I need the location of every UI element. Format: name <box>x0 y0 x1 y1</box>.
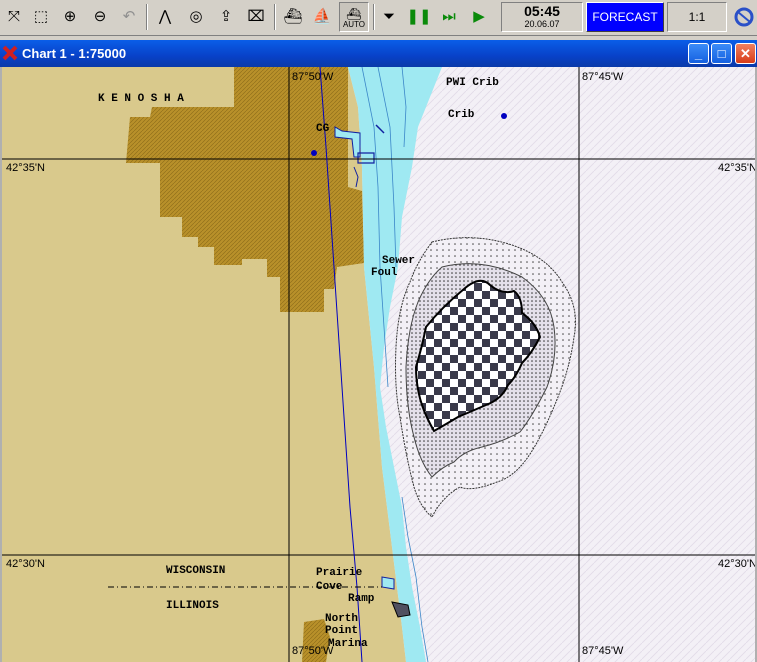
auto-button[interactable]: ⛴ AUTO <box>339 2 369 32</box>
prairie-cove-pier <box>381 576 395 590</box>
illinois-label: ILLINOIS <box>166 600 219 612</box>
date-text: 20.06.07 <box>524 19 560 29</box>
auto-label: AUTO <box>342 20 366 29</box>
crib-marker[interactable] <box>501 113 507 119</box>
ship-small-icon[interactable]: ⛵ <box>310 4 334 28</box>
lat-label-right-bottom: 42°30'N <box>718 558 755 570</box>
lat-label-right-top: 42°35'N <box>718 162 755 174</box>
time-text: 05:45 <box>524 3 560 19</box>
cg-marker[interactable] <box>311 150 317 156</box>
sewer-label: Sewer <box>382 255 415 267</box>
marina-label: Marina <box>328 638 368 650</box>
north-label: North <box>325 613 358 625</box>
export-icon[interactable]: ⇪ <box>214 4 238 28</box>
crib-label: Crib <box>448 109 475 121</box>
app-icon <box>2 45 18 61</box>
auto-ship-icon: ⛴ <box>346 7 362 21</box>
close-button[interactable]: ✕ <box>735 43 756 64</box>
toolbar: ⤧ ⬚ ⊕ ⊖ ↶ ⋀ ◎ ⇪ ⌧ ⛴ ⛵ ⛴ AUTO ⏷ ❚❚ ⏭ ▶ 05… <box>0 0 757 36</box>
window-title: Chart 1 - 1:75000 <box>22 46 127 61</box>
lon-label-right-top: 87°45'W <box>582 71 624 83</box>
prairie-label: Prairie <box>316 567 363 579</box>
lat-label-left-top: 42°35'N <box>6 162 45 174</box>
ramp-label: Ramp <box>348 593 375 605</box>
lat-label-left-bottom: 42°30'N <box>6 558 45 570</box>
sync-icon[interactable] <box>733 4 755 30</box>
kenosha-label: K E N O S H A <box>98 93 184 105</box>
target-icon[interactable]: ◎ <box>184 4 208 28</box>
ship-icon[interactable]: ⛴ <box>281 4 305 28</box>
chart-canvas[interactable]: 87°50'W 87°45'W 87°50'W 87°45'W 42°35'N … <box>2 67 755 662</box>
cg-label: CG <box>316 123 330 135</box>
cove-label: Cove <box>316 581 343 593</box>
clock-display: 05:45 20.06.07 <box>501 2 583 32</box>
zoom-in-icon[interactable]: ⊕ <box>58 4 82 28</box>
erase-icon[interactable]: ⌧ <box>244 4 268 28</box>
foul-label: Foul <box>371 267 398 279</box>
forecast-button[interactable]: FORECAST <box>586 2 664 32</box>
toolbar-separator <box>373 4 375 30</box>
minimize-button[interactable]: _ <box>688 43 709 64</box>
pause-icon[interactable]: ❚❚ <box>406 4 431 28</box>
play-icon[interactable]: ▶ <box>467 4 491 28</box>
zoom-window-icon[interactable]: ⬚ <box>29 4 53 28</box>
fast-forward-icon[interactable]: ⏭ <box>437 4 461 28</box>
chart-view[interactable]: 87°50'W 87°45'W 87°50'W 87°45'W 42°35'N … <box>0 67 757 662</box>
toolbar-separator <box>274 4 276 30</box>
route-icon[interactable]: ⋀ <box>153 4 177 28</box>
pwi-crib-label: PWI Crib <box>446 77 499 89</box>
zoom-out-icon[interactable]: ⊖ <box>88 4 112 28</box>
lon-label-right-bottom: 87°45'W <box>582 645 624 657</box>
window-titlebar[interactable]: Chart 1 - 1:75000 <box>0 40 757 67</box>
lon-label-left-top: 87°50'W <box>292 71 334 83</box>
point-label: Point <box>325 625 358 637</box>
scale-button[interactable]: 1:1 <box>667 2 727 32</box>
undo-icon[interactable]: ↶ <box>117 4 141 28</box>
cursor-cross-icon[interactable]: ⤧ <box>2 4 26 28</box>
maximize-button[interactable]: □ <box>711 43 732 64</box>
toolbar-separator <box>146 4 148 30</box>
down-icon[interactable]: ⏷ <box>377 4 401 28</box>
wisconsin-label: WISCONSIN <box>166 565 225 577</box>
